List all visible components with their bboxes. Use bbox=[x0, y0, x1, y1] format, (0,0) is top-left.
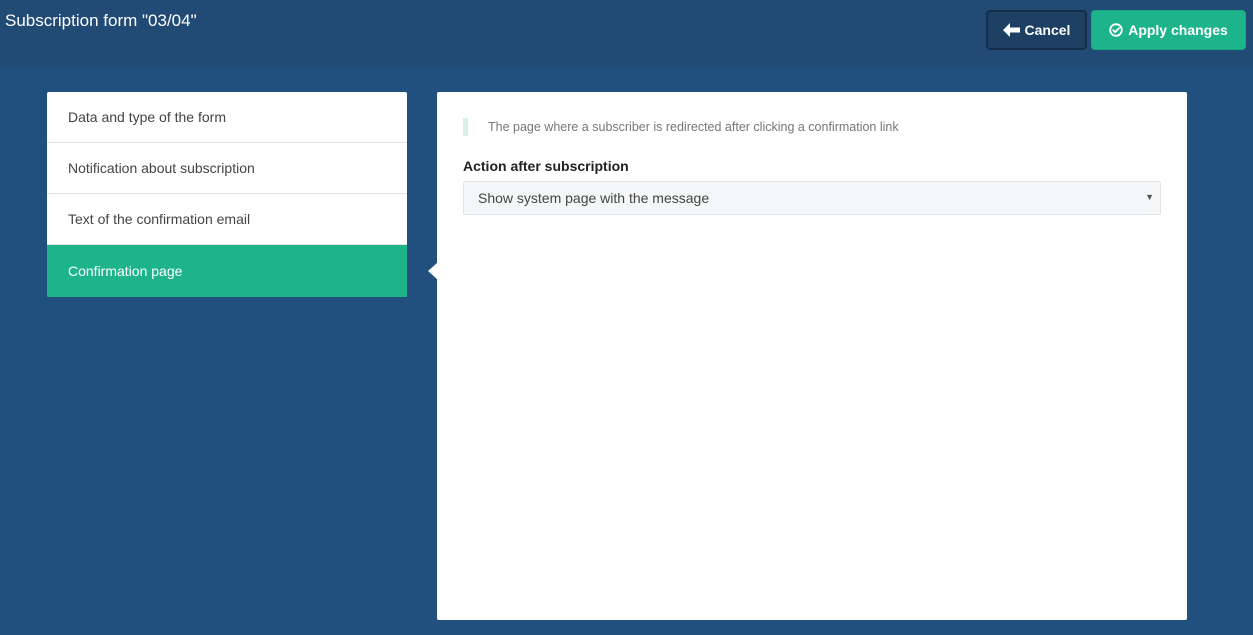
page-title: Subscription form "03/04" bbox=[5, 11, 197, 30]
settings-panel: The page where a subscriber is redirecte… bbox=[437, 92, 1187, 620]
arrow-left-icon bbox=[1002, 23, 1020, 37]
action-after-subscription-select[interactable]: Show system page with the message ▼ bbox=[463, 181, 1161, 215]
active-step-pointer bbox=[428, 263, 437, 279]
sidebar-item-label: Text of the confirmation email bbox=[68, 211, 251, 227]
caret-down-icon: ▼ bbox=[1145, 192, 1154, 202]
apply-changes-button-label: Apply changes bbox=[1128, 22, 1228, 38]
cancel-button-label: Cancel bbox=[1024, 22, 1071, 38]
apply-changes-button[interactable]: Apply changes bbox=[1091, 10, 1246, 50]
form-steps-sidebar: Data and type of the form Notification a… bbox=[47, 92, 407, 297]
action-after-subscription-label: Action after subscription bbox=[463, 158, 629, 174]
sidebar-item-label: Notification about subscription bbox=[68, 160, 255, 176]
top-bar: Subscription form "03/04" Cancel Apply c… bbox=[0, 0, 1253, 67]
select-value: Show system page with the message bbox=[478, 190, 710, 206]
sidebar-item-label: Data and type of the form bbox=[68, 109, 226, 125]
sidebar-item-confirmation-page[interactable]: Confirmation page bbox=[47, 245, 407, 297]
sidebar-item-confirmation-email[interactable]: Text of the confirmation email bbox=[47, 194, 407, 245]
sidebar-item-label: Confirmation page bbox=[68, 263, 183, 279]
sidebar-item-notification[interactable]: Notification about subscription bbox=[47, 143, 407, 194]
cancel-button[interactable]: Cancel bbox=[986, 10, 1087, 50]
panel-hint: The page where a subscriber is redirecte… bbox=[463, 118, 899, 136]
check-circle-icon bbox=[1109, 23, 1123, 37]
sidebar-item-data-and-type[interactable]: Data and type of the form bbox=[47, 92, 407, 143]
